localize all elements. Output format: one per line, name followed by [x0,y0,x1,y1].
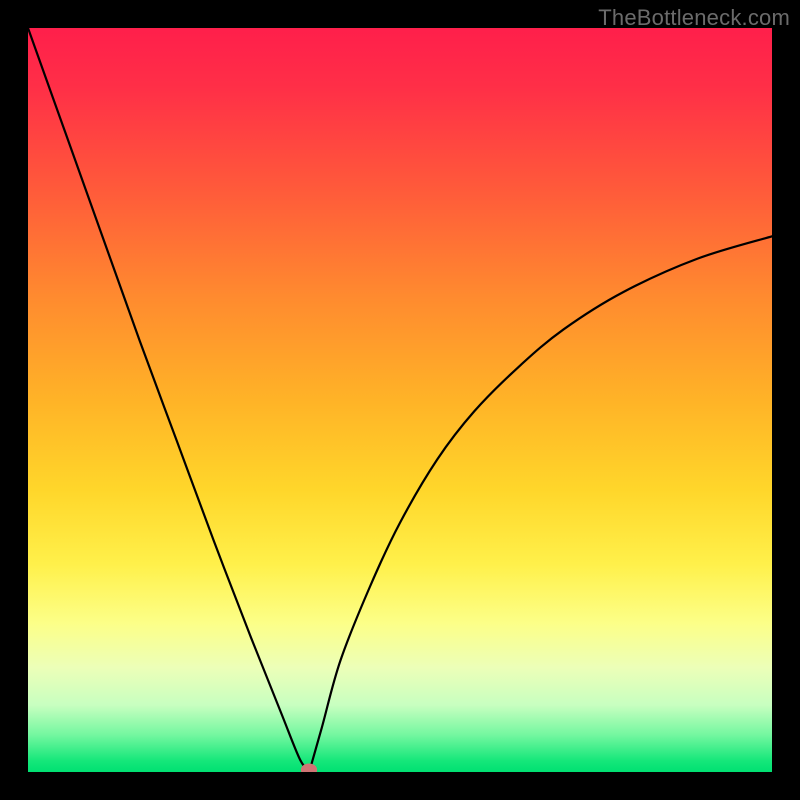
chart-frame: TheBottleneck.com [0,0,800,800]
plot-area [28,28,772,772]
optimum-marker [301,764,317,773]
bottleneck-curve [28,28,772,772]
